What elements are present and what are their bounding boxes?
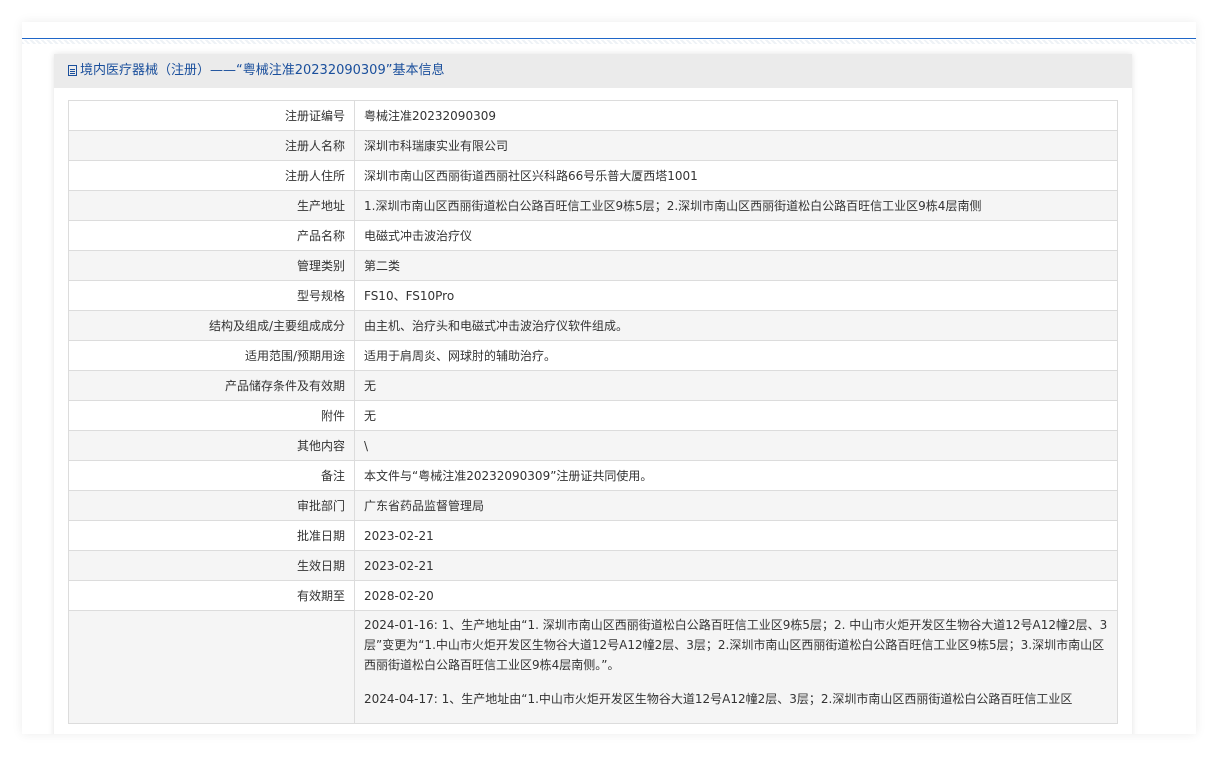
row-label: 注册人住所 [68, 160, 355, 191]
row-label: 生产地址 [68, 190, 355, 221]
row-value: 无 [354, 400, 1118, 431]
row-label: 型号规格 [68, 280, 355, 311]
row-label: 审批部门 [68, 490, 355, 521]
row-value: 深圳市科瑞康实业有限公司 [354, 130, 1118, 161]
change-notes-label [68, 610, 355, 724]
row-label: 产品储存条件及有效期 [68, 370, 355, 401]
table-row: 产品名称 电磁式冲击波治疗仪 [68, 220, 1118, 251]
row-value: 电磁式冲击波治疗仪 [354, 220, 1118, 251]
row-label: 产品名称 [68, 220, 355, 251]
row-value: 2028-02-20 [354, 580, 1118, 611]
row-label: 注册证编号 [68, 100, 355, 131]
table-row: 批准日期 2023-02-21 [68, 520, 1118, 551]
table-row: 适用范围/预期用途 适用于肩周炎、网球肘的辅助治疗。 [68, 340, 1118, 371]
table-row: 管理类别 第二类 [68, 250, 1118, 281]
document-icon [68, 65, 77, 76]
row-label: 有效期至 [68, 580, 355, 611]
table-row: 型号规格 FS10、FS10Pro [68, 280, 1118, 311]
row-label: 注册人名称 [68, 130, 355, 161]
row-value: 第二类 [354, 250, 1118, 281]
row-value: \ [354, 430, 1118, 461]
table-row: 审批部门 广东省药品监督管理局 [68, 490, 1118, 521]
row-value: 由主机、治疗头和电磁式冲击波治疗仪软件组成。 [354, 310, 1118, 341]
top-divider [22, 38, 1196, 44]
panel-header: 境内医疗器械（注册）——“粤械注准20232090309”基本信息 [54, 54, 1132, 88]
row-value: 广东省药品监督管理局 [354, 490, 1118, 521]
row-label: 附件 [68, 400, 355, 431]
row-value: 深圳市南山区西丽街道西丽社区兴科路66号乐普大厦西塔1001 [354, 160, 1118, 191]
table-row: 注册人名称 深圳市科瑞康实业有限公司 [68, 130, 1118, 161]
table-row: 生效日期 2023-02-21 [68, 550, 1118, 581]
change-notes-row: 2024-01-16: 1、生产地址由“1. 深圳市南山区西丽街道松白公路百旺信… [68, 610, 1118, 724]
table-row: 有效期至 2028-02-20 [68, 580, 1118, 611]
row-label: 生效日期 [68, 550, 355, 581]
info-panel: 境内医疗器械（注册）——“粤械注准20232090309”基本信息 注册证编号粤… [54, 54, 1132, 734]
row-value: 本文件与“粤械注准20232090309”注册证共同使用。 [354, 460, 1118, 491]
table-row: 备注 本文件与“粤械注准20232090309”注册证共同使用。 [68, 460, 1118, 491]
row-value: 2023-02-21 [354, 520, 1118, 551]
row-label: 备注 [68, 460, 355, 491]
change-note: 2024-01-16: 1、生产地址由“1. 深圳市南山区西丽街道松白公路百旺信… [364, 618, 1108, 672]
row-value: 2023-02-21 [354, 550, 1118, 581]
row-value: 无 [354, 370, 1118, 401]
row-label: 管理类别 [68, 250, 355, 281]
change-note: 2024-04-17: 1、生产地址由“1.中山市火炬开发区生物谷大道12号A1… [364, 692, 1073, 706]
info-table: 注册证编号 粤械注准20232090309 注册人名称 深圳市科瑞康实业有限公司 注… [68, 100, 1118, 724]
row-label: 适用范围/预期用途 [68, 340, 355, 371]
change-notes-value: 2024-01-16: 1、生产地址由“1. 深圳市南山区西丽街道松白公路百旺信… [354, 610, 1118, 724]
panel-title: 境内医疗器械（注册）——“粤械注准20232090309”基本信息 [80, 63, 445, 78]
page-card: 境内医疗器械（注册）——“粤械注准20232090309”基本信息 注册证编号粤… [22, 22, 1196, 734]
table-row: 其他内容 \ [68, 430, 1118, 461]
table-row: 生产地址 1.深圳市南山区西丽街道松白公路百旺信工业区9栋5层；2.深圳市南山区西… [68, 190, 1118, 221]
table-row: 注册证编号 粤械注准20232090309 [68, 100, 1118, 131]
row-value: 粤械注准20232090309 [354, 100, 1118, 131]
table-row: 附件无 [68, 400, 1118, 431]
row-label: 批准日期 [68, 520, 355, 551]
row-value: 适用于肩周炎、网球肘的辅助治疗。 [354, 340, 1118, 371]
row-label: 其他内容 [68, 430, 355, 461]
table-row: 结构及组成/主要组成成分 由主机、治疗头和电磁式冲击波治疗仪软件组成。 [68, 310, 1118, 341]
row-label: 结构及组成/主要组成成分 [68, 310, 355, 341]
table-row: 注册人住所 深圳市南山区西丽街道西丽社区兴科路66号乐普大厦西塔1001 [68, 160, 1118, 191]
row-value: 1.深圳市南山区西丽街道松白公路百旺信工业区9栋5层；2.深圳市南山区西丽街道松… [354, 190, 1118, 221]
row-value: FS10、FS10Pro [354, 280, 1118, 311]
table-row: 产品储存条件及有效期无 [68, 370, 1118, 401]
